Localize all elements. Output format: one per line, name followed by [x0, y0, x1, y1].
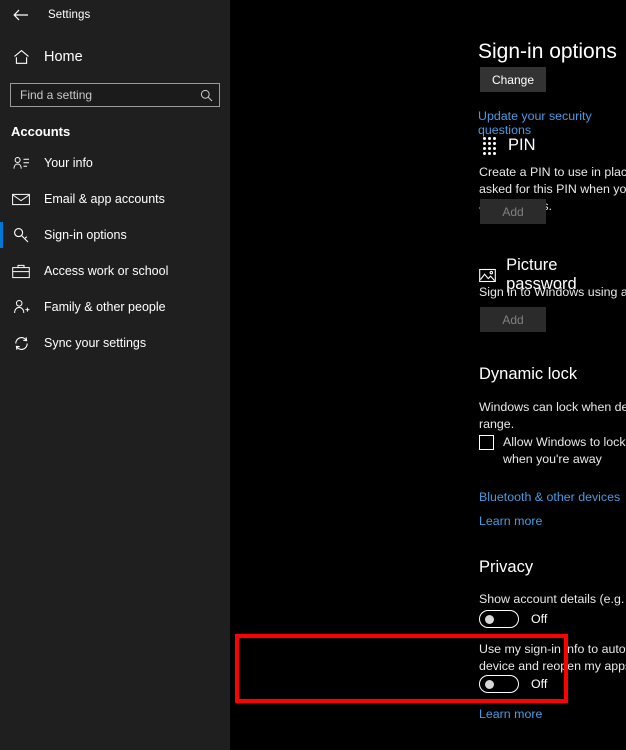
settings-window: Settings Home Accounts — [0, 0, 626, 750]
show-account-details-toggle-state: Off — [531, 612, 548, 626]
sidebar-item-sign-in-options[interactable]: Sign-in options — [0, 217, 230, 253]
sidebar-item-access-work-school[interactable]: Access work or school — [0, 253, 230, 289]
page-title: Sign-in options — [478, 40, 617, 63]
app-title: Settings — [48, 9, 91, 21]
back-arrow-icon[interactable] — [10, 4, 32, 26]
title-bar: Settings — [0, 0, 230, 30]
search-icon[interactable] — [199, 88, 213, 102]
picture-password-description: Sign in to Windows using a favourite pho… — [479, 285, 626, 299]
update-security-questions-link[interactable]: Update your security questions — [478, 109, 626, 137]
sync-icon — [12, 334, 30, 352]
sidebar-item-family-other-people[interactable]: Family & other people — [0, 289, 230, 325]
use-signin-info-toggle-state: Off — [531, 677, 548, 691]
search-box[interactable] — [10, 83, 220, 107]
sidebar-item-your-info[interactable]: Your info — [0, 145, 230, 181]
picture-password-add-button[interactable]: Add — [480, 307, 546, 332]
sidebar-item-email-app-accounts[interactable]: Email & app accounts — [0, 181, 230, 217]
keypad-icon — [480, 136, 498, 155]
dynamic-lock-checkbox-row[interactable]: Allow Windows to lock your device automa… — [479, 434, 626, 468]
dynamic-lock-learn-more-link[interactable]: Learn more — [479, 514, 542, 528]
picture-icon — [479, 266, 496, 284]
bluetooth-other-devices-link[interactable]: Bluetooth & other devices — [479, 490, 620, 504]
briefcase-icon — [12, 262, 30, 280]
main-content: Sign-in options Change Update your secur… — [230, 0, 626, 750]
show-account-details-toggle-row[interactable]: Off — [479, 610, 547, 628]
sidebar-item-label: Access work or school — [44, 264, 169, 278]
sidebar-item-label: Sign-in options — [44, 228, 127, 242]
user-add-icon — [12, 298, 30, 316]
sidebar-group-title: Accounts — [11, 124, 71, 139]
envelope-icon — [12, 190, 30, 208]
use-signin-info-toggle-row[interactable]: Off — [479, 675, 547, 693]
sidebar-item-label: Sync your settings — [44, 336, 147, 350]
use-signin-info-toggle[interactable] — [479, 675, 519, 693]
sidebar-item-sync-your-settings[interactable]: Sync your settings — [0, 325, 230, 361]
sidebar-item-label: Your info — [44, 156, 93, 170]
pin-add-button[interactable]: Add — [480, 199, 546, 224]
user-info-icon — [12, 154, 30, 172]
sidebar-item-label: Email & app accounts — [44, 192, 165, 206]
dynamic-lock-heading: Dynamic lock — [479, 365, 578, 383]
use-signin-info-label: Use my sign-in info to automatically fin… — [479, 642, 626, 673]
key-icon — [12, 226, 30, 244]
privacy-learn-more-link[interactable]: Learn more — [479, 707, 542, 721]
dynamic-lock-description: Windows can lock when devices paired to … — [479, 400, 626, 431]
sidebar-item-home-label: Home — [44, 49, 83, 65]
privacy-setting-one-label: Show account details (e.g. email address… — [479, 592, 626, 606]
pin-section-header: PIN — [480, 136, 536, 155]
sidebar-item-label: Family & other people — [44, 300, 166, 314]
home-icon — [12, 48, 30, 66]
dynamic-lock-checkbox-label: Allow Windows to lock your device automa… — [503, 435, 626, 466]
sidebar: Settings Home Accounts — [0, 0, 230, 750]
privacy-heading: Privacy — [479, 558, 534, 576]
search-input[interactable] — [20, 88, 199, 102]
sidebar-item-home[interactable]: Home — [0, 40, 230, 74]
dynamic-lock-checkbox[interactable] — [479, 435, 494, 450]
show-account-details-toggle[interactable] — [479, 610, 519, 628]
pin-heading: PIN — [508, 136, 536, 154]
change-password-button[interactable]: Change — [480, 67, 546, 92]
